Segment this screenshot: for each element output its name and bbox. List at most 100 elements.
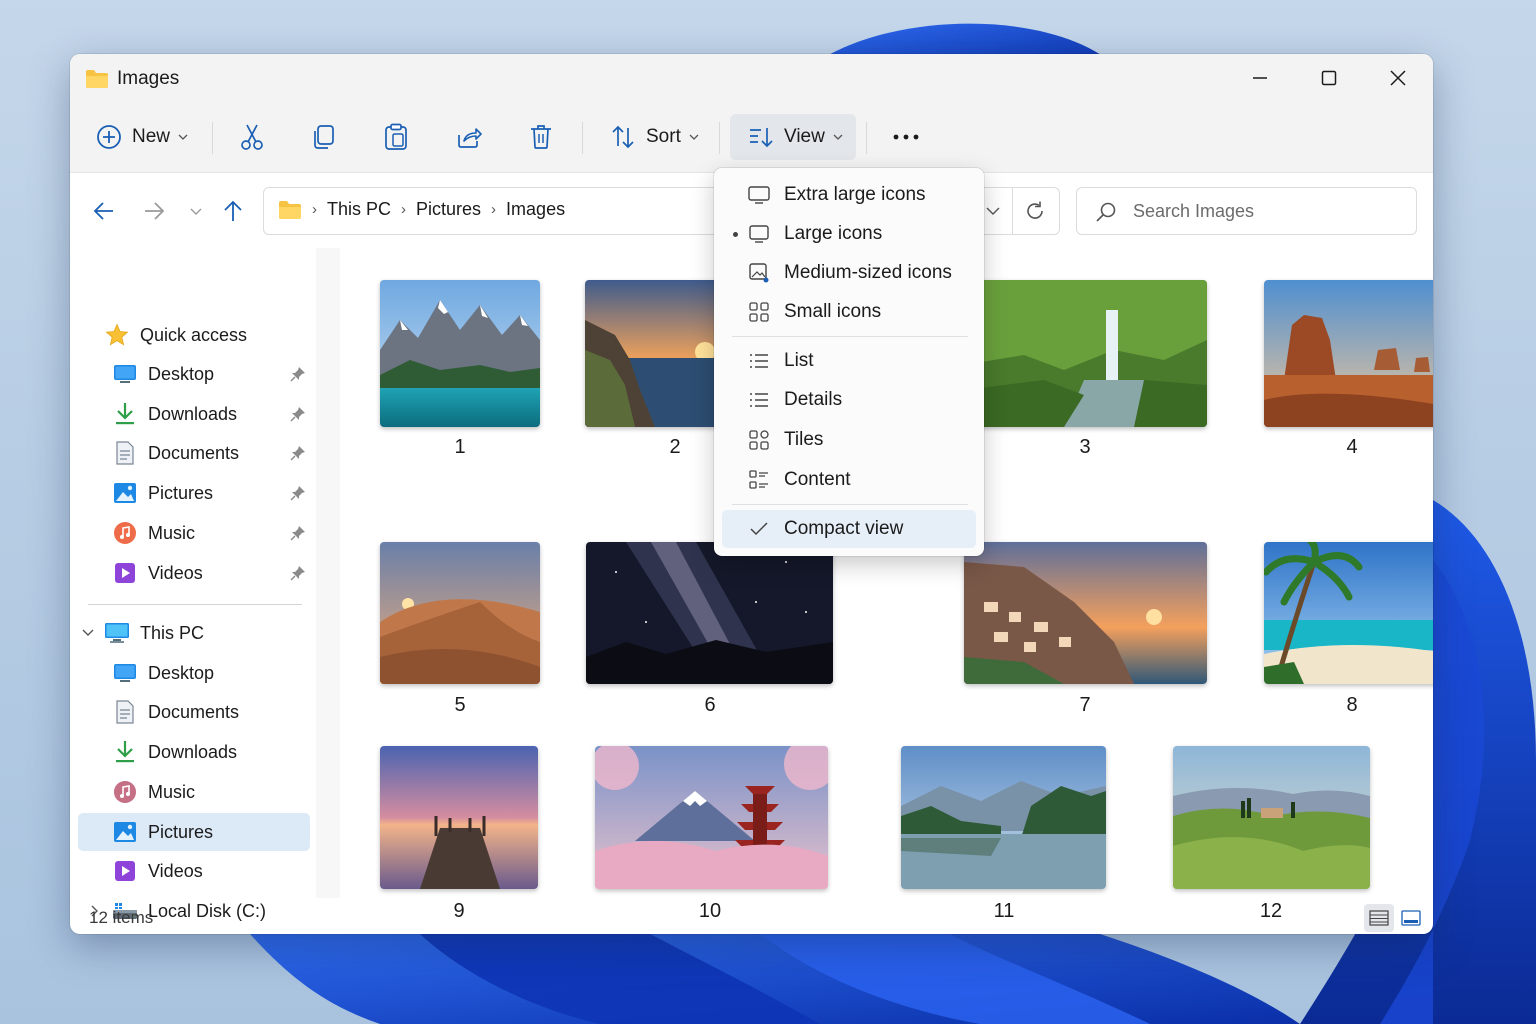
paste-button[interactable] (377, 114, 415, 160)
breadcrumb: › This PC › Pictures › Images (278, 199, 565, 220)
sidebar-item-label: Downloads (148, 741, 238, 762)
sidebar-item-desktop[interactable]: Desktop (112, 654, 214, 692)
menu-item-large-icons[interactable]: Large icons (722, 215, 976, 253)
image-thumbnail[interactable] (1173, 746, 1370, 889)
image-thumbnail[interactable] (964, 542, 1207, 684)
pin-icon[interactable] (290, 485, 306, 501)
arrow-right-icon (145, 202, 165, 220)
menu-item-tiles[interactable]: Tiles (722, 421, 976, 459)
sidebar-item-label: Desktop (148, 363, 215, 384)
sidebar-item-music[interactable]: Music (112, 514, 312, 552)
large-icons-view-icon (1401, 910, 1421, 926)
menu-item-small-icons[interactable]: Small icons (722, 293, 976, 331)
sort-button[interactable]: Sort (604, 114, 722, 160)
downloads-icon (116, 741, 134, 763)
sidebar-item-desktop[interactable]: Desktop (112, 355, 312, 393)
list-icon (750, 354, 768, 368)
sidebar-item-videos[interactable]: Videos (112, 554, 312, 592)
pin-icon[interactable] (290, 525, 306, 541)
menu-item-content[interactable]: Content (722, 461, 976, 499)
recent-locations-button[interactable] (180, 193, 212, 229)
menu-divider (732, 336, 968, 337)
breadcrumb-item[interactable]: Pictures (416, 199, 481, 220)
menu-item-medium-icons[interactable]: Medium-sized icons (722, 254, 976, 292)
menu-item-compact-view[interactable]: Compact view (722, 510, 976, 548)
pane-splitter[interactable] (316, 248, 340, 898)
breadcrumb-item[interactable]: This PC (327, 199, 391, 220)
monitor-icon (748, 186, 770, 204)
sidebar-item-quick-access[interactable]: Quick access (104, 316, 247, 354)
arrow-up-icon (224, 200, 242, 221)
pictures-icon (114, 822, 136, 842)
sidebar-item-videos[interactable]: Videos (112, 852, 203, 890)
sidebar-item-pictures[interactable]: Pictures (112, 474, 312, 512)
menu-item-label: Small icons (784, 301, 882, 322)
close-icon (1390, 70, 1406, 86)
up-button[interactable] (217, 193, 249, 229)
delete-button[interactable] (522, 114, 560, 160)
sidebar-item-label: Quick access (140, 324, 248, 345)
cut-icon (241, 124, 263, 150)
maximize-button[interactable] (1305, 60, 1353, 96)
window-title: Images (117, 68, 180, 89)
search-input[interactable]: Search Images (1076, 187, 1417, 235)
sidebar-item-documents[interactable]: Documents (112, 434, 312, 472)
more-options-button[interactable] (884, 114, 928, 160)
view-menu: Extra large icons Large icons Medium-siz… (714, 168, 984, 556)
menu-item-extra-large-icons[interactable]: Extra large icons (722, 176, 976, 214)
image-thumbnail[interactable] (964, 280, 1207, 427)
menu-item-label: Details (784, 389, 843, 410)
view-button[interactable]: View (730, 114, 856, 160)
menu-item-details[interactable]: Details (722, 381, 976, 419)
sidebar-item-label: Pictures (148, 821, 214, 842)
sidebar-item-music[interactable]: Music (112, 773, 195, 811)
sidebar-item-label: Desktop (148, 662, 215, 683)
image-thumbnail[interactable] (586, 542, 833, 684)
chevron-down-icon (833, 134, 843, 140)
image-thumbnail[interactable] (901, 746, 1106, 889)
large-icons-view-toggle[interactable] (1396, 904, 1426, 932)
image-thumbnail[interactable] (380, 280, 540, 427)
menu-item-list[interactable]: List (722, 342, 976, 380)
chevron-down-icon (689, 134, 699, 140)
image-thumbnail[interactable] (1264, 280, 1433, 427)
sidebar-item-this-pc[interactable]: This PC (82, 614, 204, 652)
sidebar-item-downloads[interactable]: Downloads (112, 395, 312, 433)
chevron-down-icon[interactable] (986, 205, 1000, 217)
new-button[interactable]: New (90, 114, 216, 160)
back-button[interactable] (88, 193, 120, 229)
menu-item-label: List (784, 350, 814, 371)
close-button[interactable] (1374, 60, 1422, 96)
minimize-button[interactable] (1236, 60, 1284, 96)
pictures-icon (114, 483, 136, 503)
chevron-down-icon[interactable] (82, 628, 94, 638)
file-name: 7 (1079, 694, 1091, 716)
sidebar-item-documents[interactable]: Documents (112, 693, 239, 731)
image-thumbnail[interactable] (380, 746, 538, 889)
menu-item-label: Medium-sized icons (784, 262, 952, 283)
image-thumbnail[interactable] (1264, 542, 1433, 684)
details-view-toggle[interactable] (1364, 904, 1394, 932)
share-button[interactable] (450, 114, 488, 160)
refresh-icon[interactable] (1024, 200, 1046, 222)
grid-icon (749, 302, 769, 322)
search-icon (1096, 202, 1116, 222)
breadcrumb-item[interactable]: Images (506, 199, 565, 220)
sidebar-item-downloads[interactable]: Downloads (112, 733, 237, 771)
image-thumbnail[interactable] (595, 746, 828, 889)
sidebar-item-label: This PC (140, 622, 205, 643)
pin-icon[interactable] (290, 445, 306, 461)
pin-icon[interactable] (290, 366, 306, 382)
share-icon (458, 128, 482, 148)
sand-dunes-image (380, 542, 540, 684)
music-icon (114, 781, 136, 803)
pin-icon[interactable] (290, 565, 306, 581)
copy-icon (314, 125, 334, 149)
image-thumbnail[interactable] (380, 542, 540, 684)
pin-icon[interactable] (290, 406, 306, 422)
menu-item-label: Large icons (784, 223, 883, 244)
copy-button[interactable] (305, 114, 343, 160)
sidebar-item-pictures[interactable]: Pictures (78, 813, 310, 851)
forward-button[interactable] (138, 193, 170, 229)
cut-button[interactable] (233, 114, 271, 160)
